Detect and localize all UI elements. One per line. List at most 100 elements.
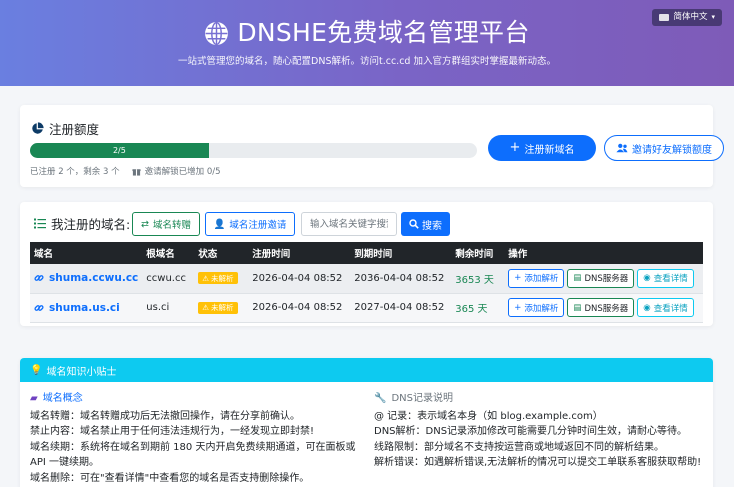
list-icon: [34, 218, 46, 229]
tip-line: API 一键续期。: [30, 457, 99, 468]
tip-line: 域名删除：可在"查看详情"中查看您的域名是否支持删除操作。: [30, 472, 310, 484]
col-header-expires: 到期时间: [350, 242, 452, 264]
tips-right-column: 🔧 DNS记录说明 @ 记录：表示域名本身（如 blog.example.com…: [374, 391, 710, 471]
tip-line: 线路限制：部分域名不支持按运营商或地域返回不同的解析结果。: [374, 441, 664, 453]
status-cell: ⚠ 未解析: [194, 293, 249, 323]
page-header: 简体中文 ▾ DNSHE免费域名管理平台 一站式管理您的域名，随心配置DNS解析…: [0, 0, 734, 86]
users-icon: [616, 143, 628, 153]
table-row: shuma.us.ci us.ci ⚠ 未解析 2026-04-04 08:52 …: [30, 293, 703, 323]
register-domain-label: 注册新域名: [524, 144, 575, 156]
quota-title: 注册额度: [31, 119, 99, 138]
status-text: 未解析: [211, 273, 234, 283]
dns-servers-button[interactable]: ▤ DNS服务器: [567, 298, 635, 317]
domain-list-card: 我注册的域名: ⇄ 域名转赠 👤 域名注册邀请 搜索 域名 根域名 状态 注册时…: [20, 202, 713, 326]
root-domain: us.ci: [142, 293, 195, 323]
view-details-button[interactable]: ◉ 查看详情: [637, 298, 694, 317]
col-header-remaining: 剩余时间: [451, 242, 505, 264]
dns-records-heading: 🔧 DNS记录说明: [374, 391, 710, 407]
link-icon: [34, 275, 44, 282]
tips-header: 💡 域名知识小贴士: [20, 358, 713, 382]
col-header-registered: 注册时间: [248, 242, 351, 264]
view-details-label: 查看详情: [653, 274, 688, 285]
domain-search-input[interactable]: [301, 212, 397, 236]
status-text: 未解析: [211, 303, 234, 312]
tip-line: 禁止内容：域名禁止用于任何违法违规行为，一经发现立即封禁!: [30, 426, 315, 437]
remaining-days: 3653 天: [451, 264, 505, 294]
pie-chart-icon: [32, 122, 44, 134]
table-row: shuma.ccwu.cc ccwu.cc ⚠ 未解析 2026-04-04 08…: [30, 264, 703, 294]
domain-concepts-title: 域名概念: [42, 393, 83, 404]
tip-line: @ 记录：表示域名本身（如 blog.example.com）: [374, 410, 603, 422]
dns-servers-label: DNS服务器: [584, 303, 629, 314]
add-record-label: 添加解析: [524, 274, 559, 285]
domain-name: shuma.ccwu.cc: [49, 272, 139, 285]
page-subtitle: 一站式管理您的域名，随心配置DNS解析。访问t.cc.cd 加入官方群组实时掌握…: [178, 56, 556, 67]
root-domain: ccwu.cc: [142, 264, 195, 294]
exchange-icon: ⇄: [141, 218, 149, 230]
quota-invite-text: 邀请解锁已增加 0/5: [144, 167, 221, 177]
col-header-actions: 操作: [504, 242, 703, 264]
view-details-button[interactable]: ◉ 查看详情: [637, 268, 694, 288]
tips-left-column: ▰ 域名概念 域名转赠：域名转赠成功后无法撤回操作，请在分享前确认。 禁止内容：…: [30, 391, 370, 486]
warning-icon: ⚠: [202, 273, 210, 283]
quota-progress-fill: 2/5: [30, 143, 209, 158]
eye-icon: ◉: [643, 273, 651, 284]
user-plus-icon: 👤: [213, 218, 226, 230]
wrench-icon: 🔧: [374, 393, 387, 404]
status-cell: ⚠ 未解析: [194, 264, 249, 294]
view-details-label: 查看详情: [653, 303, 688, 314]
quota-title-text: 注册额度: [49, 122, 100, 137]
dns-servers-label: DNS服务器: [584, 274, 629, 285]
tips-card: 💡 域名知识小贴士 ▰ 域名概念 域名转赠：域名转赠成功后无法撤回操作，请在分享…: [20, 358, 713, 487]
col-header-domain: 域名: [30, 242, 143, 264]
status-badge: ⚠ 未解析: [198, 301, 238, 314]
server-icon: ▤: [573, 273, 582, 284]
invite-friends-label: 邀请好友解锁额度: [632, 144, 712, 156]
domain-transfer-label: 域名转赠: [152, 220, 191, 231]
domain-link[interactable]: shuma.us.ci: [34, 302, 138, 314]
quota-progress-bar: 2/5: [30, 143, 477, 158]
domain-link[interactable]: shuma.ccwu.cc: [34, 272, 138, 284]
gift-icon: [132, 168, 141, 176]
actions-cell: + 添加解析 ▤ DNS服务器 ◉ 查看详情: [504, 264, 703, 294]
page-title: DNSHE免费域名管理平台: [0, 16, 734, 50]
plus-icon: +: [509, 140, 521, 155]
book-icon: ▰: [30, 393, 38, 404]
domain-name: shuma.us.ci: [49, 301, 120, 314]
search-icon: [409, 219, 419, 229]
eye-icon: ◉: [643, 302, 651, 313]
quota-used-text: 已注册 2 个，剩余 3 个: [30, 167, 120, 177]
add-record-label: 添加解析: [524, 303, 559, 314]
domain-invite-label: 域名注册邀请: [229, 220, 287, 231]
domain-invite-button[interactable]: 👤 域名注册邀请: [205, 212, 295, 236]
quota-card: 注册额度 2/5 已注册 2 个，剩余 3 个 邀请解锁已增加 0/5 + 注册…: [20, 105, 724, 187]
link-icon: [34, 304, 44, 311]
plus-icon: +: [514, 302, 522, 313]
add-record-button[interactable]: + 添加解析: [508, 268, 565, 288]
col-header-status: 状态: [194, 242, 249, 264]
server-icon: ▤: [573, 302, 582, 313]
expire-time: 2036-04-04 08:52: [350, 264, 452, 294]
search-button[interactable]: 搜索: [401, 212, 450, 236]
tips-title: 域名知识小贴士: [46, 366, 117, 378]
tip-line: 域名续期：系统将在域名到期前 180 天内开启免费续期通道，可在面板或: [30, 441, 356, 453]
domain-list-title-text: 我注册的域名:: [51, 217, 131, 232]
domain-cell: shuma.ccwu.cc: [30, 264, 143, 294]
domain-cell: shuma.us.ci: [30, 293, 143, 323]
col-header-root: 根域名: [142, 242, 195, 264]
plus-icon: +: [514, 273, 522, 284]
registered-time: 2026-04-04 08:52: [248, 264, 351, 294]
dns-servers-button[interactable]: ▤ DNS服务器: [567, 268, 635, 288]
domain-concepts-heading: ▰ 域名概念: [30, 391, 370, 407]
invite-friends-button[interactable]: 邀请好友解锁额度: [604, 135, 724, 161]
register-domain-button[interactable]: + 注册新域名: [488, 135, 596, 161]
dns-records-title: DNS记录说明: [391, 393, 453, 404]
domain-transfer-button[interactable]: ⇄ 域名转赠: [132, 212, 200, 236]
add-record-button[interactable]: + 添加解析: [508, 298, 565, 317]
globe-icon: [205, 21, 229, 45]
domain-list-toolbar: 我注册的域名: ⇄ 域名转赠 👤 域名注册邀请 搜索: [20, 202, 713, 240]
tip-line: DNS解析：DNS记录添加修改可能需要几分钟时间生效，请耐心等待。: [374, 426, 688, 437]
tip-line: 解析错误：如遇解析错误,无法解析的情况可以提交工单联系客服获取帮助!: [374, 457, 702, 468]
domain-table: 域名 根域名 状态 注册时间 到期时间 剩余时间 操作 shuma.ccwu.c…: [30, 242, 703, 323]
lightbulb-icon: 💡: [30, 364, 43, 376]
